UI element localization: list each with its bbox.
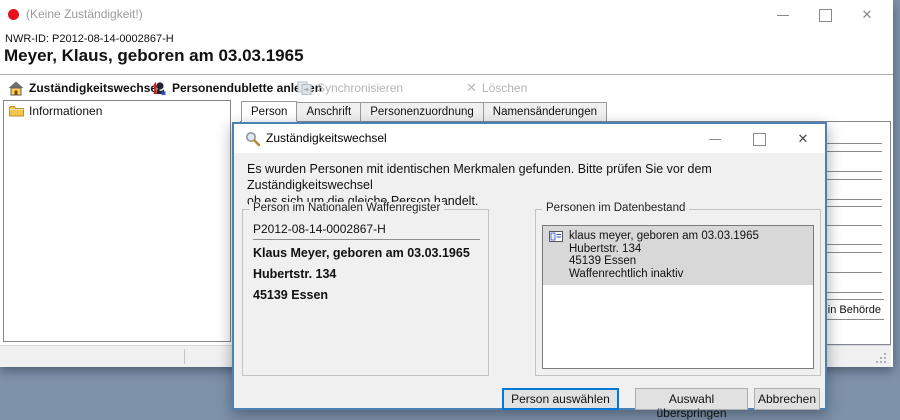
dialog-maximize-button[interactable] bbox=[751, 131, 767, 147]
list-item-city: 45139 Essen bbox=[569, 255, 759, 268]
minimize-button[interactable] bbox=[775, 7, 791, 23]
nwr-person-name: Klaus Meyer, geboren am 03.03.1965 bbox=[253, 246, 470, 260]
dialog-title: Zuständigkeitswechsel bbox=[266, 131, 387, 145]
sync-icon bbox=[297, 81, 312, 95]
list-item-street: Hubertstr. 134 bbox=[569, 243, 759, 256]
status-bar-divider bbox=[184, 349, 185, 364]
matching-persons-listbox[interactable]: klaus meyer, geboren am 03.03.1965 Huber… bbox=[542, 225, 814, 369]
datenbestand-groupbox-label: Personen im Datenbestand bbox=[542, 202, 689, 214]
person-duplicate-icon bbox=[152, 81, 167, 96]
folder-icon bbox=[9, 105, 24, 117]
nwr-id-label: NWR-ID: P2012-08-14-0002867-H bbox=[5, 33, 174, 45]
toolbar-item-label: Löschen bbox=[482, 81, 527, 95]
header-separator bbox=[0, 74, 893, 75]
person-card-icon bbox=[549, 231, 563, 242]
delete-x-icon: ✕ bbox=[466, 80, 477, 96]
maximize-button[interactable] bbox=[817, 7, 833, 23]
nwr-person-city: 45139 Essen bbox=[253, 288, 328, 302]
main-window-title: (Keine Zuständigkeit!) bbox=[26, 7, 143, 21]
tree-item-informationen[interactable]: Informationen bbox=[4, 101, 230, 118]
alert-red-dot-icon bbox=[8, 9, 19, 20]
toolbar-item-label: Zuständigkeitswechsel bbox=[29, 81, 160, 95]
dialog-close-button[interactable]: ✕ bbox=[795, 131, 811, 147]
home-icon bbox=[8, 81, 24, 96]
tab-namensaenderungen[interactable]: Namensänderungen bbox=[484, 102, 607, 122]
nwr-person-groupbox: Person im Nationalen Waffenregister P201… bbox=[242, 209, 489, 376]
toolbar-zustaendigkeitswechsel-button[interactable]: Zuständigkeitswechsel bbox=[8, 78, 160, 98]
person-list-item[interactable]: klaus meyer, geboren am 03.03.1965 Huber… bbox=[543, 226, 813, 285]
tab-person[interactable]: Person bbox=[241, 101, 297, 122]
toolbar-synchronisieren-button: Synchronisieren bbox=[297, 78, 403, 98]
person-heading: Meyer, Klaus, geboren am 03.03.1965 bbox=[4, 46, 304, 66]
tab-personenzuordnung[interactable]: Personenzuordnung bbox=[361, 102, 484, 122]
nwr-person-id: P2012-08-14-0002867-H bbox=[253, 222, 386, 236]
close-button[interactable]: ✕ bbox=[859, 7, 875, 23]
toolbar-item-label: Synchronisieren bbox=[317, 81, 403, 95]
nwr-groupbox-label: Person im Nationalen Waffenregister bbox=[249, 202, 444, 214]
auswahl-ueberspringen-button[interactable]: Auswahl überspringen bbox=[635, 388, 748, 410]
datenbestand-groupbox: Personen im Datenbestand klaus meyer, ge… bbox=[535, 209, 821, 376]
dialog-minimize-button[interactable] bbox=[707, 131, 723, 147]
information-tree-panel: Informationen bbox=[3, 100, 231, 342]
main-titlebar: (Keine Zuständigkeit!) ✕ bbox=[0, 0, 893, 30]
person-auswaehlen-button[interactable]: Person auswählen bbox=[502, 388, 619, 410]
dialog-titlebar: Zuständigkeitswechsel ✕ bbox=[234, 124, 825, 153]
nwr-person-street: Hubertstr. 134 bbox=[253, 267, 336, 281]
dialog-message-line1: Es wurden Personen mit identischen Merkm… bbox=[247, 161, 825, 193]
toolbar-loeschen-button: ✕ Löschen bbox=[466, 78, 527, 98]
tree-item-label: Informationen bbox=[29, 104, 102, 118]
person-tabs: Person Anschrift Personenzuordnung Namen… bbox=[241, 102, 607, 122]
toolbar: Zuständigkeitswechsel Personendublette a… bbox=[0, 76, 893, 101]
list-item-status: Waffenrechtlich inaktiv bbox=[569, 268, 759, 281]
tab-anschrift[interactable]: Anschrift bbox=[297, 102, 361, 122]
nwr-id-underline bbox=[253, 239, 480, 240]
list-item-name: klaus meyer, geboren am 03.03.1965 bbox=[569, 230, 759, 243]
zustaendigkeitswechsel-dialog: Zuständigkeitswechsel ✕ Es wurden Person… bbox=[232, 122, 827, 410]
magnifier-icon bbox=[245, 131, 261, 147]
abbrechen-button[interactable]: Abbrechen bbox=[754, 388, 820, 410]
resize-grip[interactable] bbox=[874, 351, 887, 364]
